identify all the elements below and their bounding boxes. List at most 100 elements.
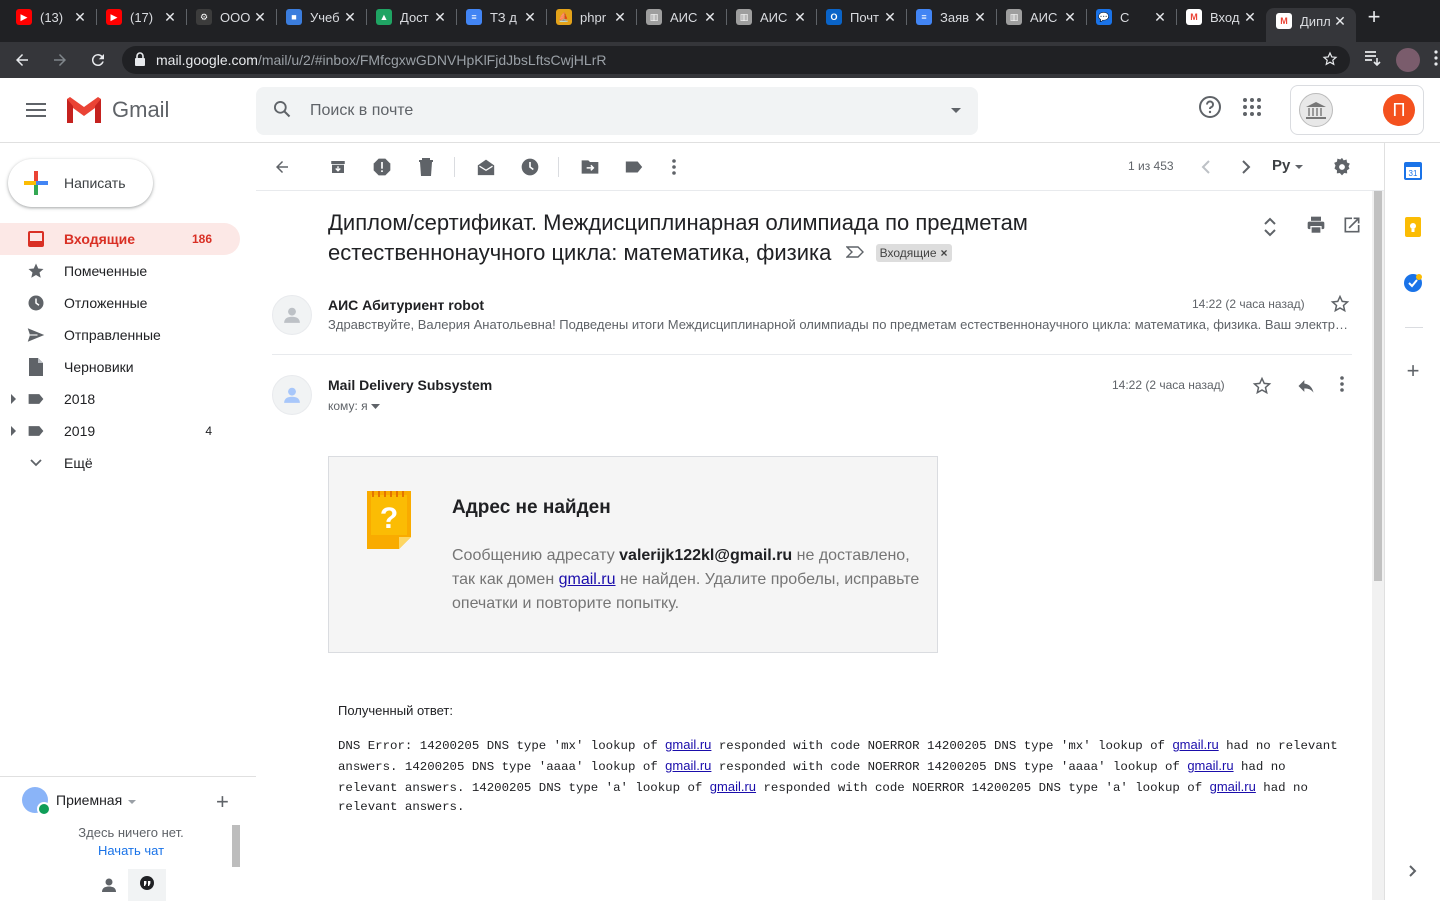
domain-link[interactable]: gmail.ru [559, 571, 616, 588]
tab-close-icon[interactable]: ✕ [1332, 13, 1348, 30]
report-spam-icon[interactable] [370, 155, 394, 179]
reply-icon[interactable] [1296, 376, 1316, 401]
main-menu-icon[interactable] [12, 86, 60, 134]
message-more-icon[interactable] [1340, 376, 1344, 401]
dns-domain-link[interactable]: gmail.ru [1210, 779, 1256, 794]
sidebar-item[interactable]: 2018 [0, 383, 240, 415]
dns-domain-link[interactable]: gmail.ru [665, 758, 711, 773]
browser-menu-icon[interactable] [1434, 49, 1438, 71]
browser-tab[interactable]: ▶ (17) ✕ [96, 0, 186, 34]
browser-profile-avatar[interactable] [1396, 48, 1420, 72]
tab-close-icon[interactable]: ✕ [882, 9, 898, 26]
scrollbar-thumb[interactable] [1374, 191, 1382, 581]
sidebar-item[interactable]: Входящие 186 [0, 223, 240, 255]
browser-tab[interactable]: O Почт ✕ [816, 0, 906, 34]
new-tab-icon[interactable]: + [1356, 0, 1392, 34]
browser-tab[interactable]: M Дипл ✕ [1266, 8, 1356, 42]
compose-button[interactable]: Написать [8, 159, 153, 207]
browser-tab[interactable]: ▥ АИС ✕ [636, 0, 726, 34]
star-icon[interactable] [1252, 376, 1272, 401]
message-collapsed[interactable]: АИС Абитуриент robot Здравствуйте, Валер… [272, 291, 1352, 355]
labels-icon[interactable] [622, 155, 646, 179]
browser-tab[interactable]: ▲ Дост ✕ [366, 0, 456, 34]
recipient-dropdown-icon[interactable] [370, 403, 380, 409]
open-new-window-icon[interactable] [1342, 215, 1362, 244]
snooze-icon[interactable] [518, 155, 542, 179]
dns-domain-link[interactable]: gmail.ru [1172, 737, 1218, 752]
tab-close-icon[interactable]: ✕ [162, 9, 178, 26]
browser-tab[interactable]: ■ Учеб ✕ [276, 0, 366, 34]
reading-list-icon[interactable] [1364, 50, 1382, 71]
calendar-icon[interactable]: 31 [1403, 161, 1423, 181]
mark-unread-icon[interactable] [474, 155, 498, 179]
tab-close-icon[interactable]: ✕ [252, 9, 268, 26]
start-chat-link[interactable]: Начать чат [22, 843, 240, 858]
side-panel-expand-icon[interactable] [1403, 861, 1423, 881]
browser-tab[interactable]: ▶ (13) ✕ [6, 0, 96, 34]
browser-tab[interactable]: M Вход ✕ [1176, 0, 1266, 34]
search-options-icon[interactable] [950, 102, 962, 120]
back-to-inbox-icon[interactable] [270, 155, 294, 179]
sidebar-item[interactable]: Отправленные [0, 319, 240, 351]
search-bar[interactable] [256, 87, 978, 135]
tab-close-icon[interactable]: ✕ [72, 9, 88, 26]
forward-icon[interactable] [44, 44, 76, 76]
expand-all-icon[interactable] [1258, 215, 1282, 244]
hangouts-status-dropdown-icon[interactable] [128, 792, 137, 808]
dns-domain-link[interactable]: gmail.ru [1187, 758, 1233, 773]
browser-tab[interactable]: ▥ АИС ✕ [726, 0, 816, 34]
tab-close-icon[interactable]: ✕ [432, 9, 448, 26]
sidebar-item[interactable]: Помеченные [0, 255, 240, 287]
hangouts-scrollbar[interactable] [232, 825, 240, 867]
tab-close-icon[interactable]: ✕ [522, 9, 538, 26]
expand-triangle-icon[interactable] [11, 426, 16, 436]
importance-marker-icon[interactable] [844, 237, 864, 265]
search-input[interactable] [310, 102, 910, 120]
tab-close-icon[interactable]: ✕ [612, 9, 628, 26]
keep-icon[interactable] [1403, 217, 1423, 237]
account-avatar[interactable]: П [1383, 94, 1415, 126]
browser-tab[interactable]: ≡ ТЗ д ✕ [456, 0, 546, 34]
contacts-icon[interactable] [90, 869, 128, 901]
back-icon[interactable] [6, 44, 38, 76]
dns-domain-link[interactable]: gmail.ru [665, 737, 711, 752]
dns-domain-link[interactable]: gmail.ru [710, 779, 756, 794]
address-bar[interactable]: mail.google.com/mail/u/2/#inbox/FMfcgxwG… [122, 46, 1350, 74]
tab-close-icon[interactable]: ✕ [792, 9, 808, 26]
tab-close-icon[interactable]: ✕ [1242, 9, 1258, 26]
tab-close-icon[interactable]: ✕ [702, 9, 718, 26]
sidebar-item[interactable]: Черновики [0, 351, 240, 383]
sidebar-item[interactable]: 2019 4 [0, 415, 240, 447]
browser-tab[interactable]: ▥ АИС ✕ [996, 0, 1086, 34]
remove-label-icon[interactable]: × [941, 246, 948, 260]
print-icon[interactable] [1306, 215, 1326, 244]
new-chat-plus-icon[interactable]: + [216, 789, 229, 815]
browser-tab[interactable]: ≡ Заяв ✕ [906, 0, 996, 34]
browser-tab[interactable]: ⚙ ООО ✕ [186, 0, 276, 34]
reload-icon[interactable] [82, 44, 114, 76]
tab-close-icon[interactable]: ✕ [342, 9, 358, 26]
help-icon[interactable] [1198, 95, 1222, 124]
tasks-icon[interactable] [1403, 273, 1423, 293]
hangouts-user[interactable]: Приемная + [0, 777, 256, 823]
browser-tab[interactable]: 💬 С ✕ [1086, 0, 1176, 34]
hangouts-chat-icon[interactable] [128, 869, 166, 901]
input-language-button[interactable]: Ру [1272, 157, 1303, 174]
sidebar-item[interactable]: Ещё [0, 447, 240, 479]
main-scrollbar[interactable] [1372, 191, 1384, 900]
tab-close-icon[interactable]: ✕ [1062, 9, 1078, 26]
star-icon[interactable] [1330, 294, 1350, 319]
bookmark-star-icon[interactable] [1322, 51, 1338, 70]
browser-tab[interactable]: ⛵ phpr ✕ [546, 0, 636, 34]
apps-grid-icon[interactable] [1242, 97, 1262, 122]
tab-close-icon[interactable]: ✕ [1152, 9, 1168, 26]
get-addons-plus-icon[interactable]: + [1403, 358, 1423, 383]
expand-triangle-icon[interactable] [11, 394, 16, 404]
inbox-label-chip[interactable]: Входящие × [875, 244, 952, 262]
account-switcher[interactable]: П [1290, 85, 1424, 135]
sidebar-item[interactable]: Отложенные [0, 287, 240, 319]
delete-icon[interactable] [414, 155, 438, 179]
tab-close-icon[interactable]: ✕ [972, 9, 988, 26]
gmail-logo[interactable]: Gmail [64, 95, 169, 125]
more-options-icon[interactable] [662, 155, 686, 179]
